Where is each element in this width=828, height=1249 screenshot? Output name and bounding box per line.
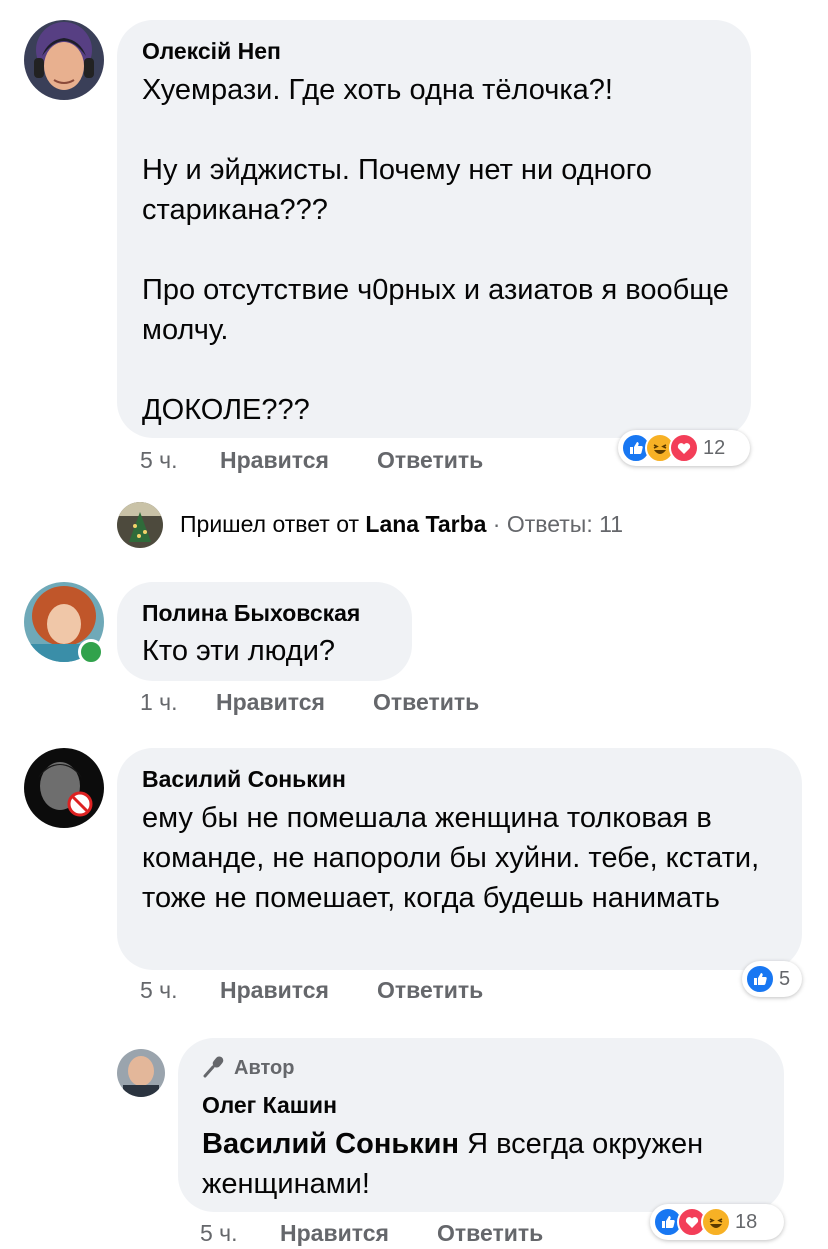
love-icon <box>669 433 699 463</box>
comment-author[interactable]: Василий Сонькин <box>142 766 346 793</box>
comment-text: Кто эти люди? <box>142 635 336 667</box>
comment-time[interactable]: 5 ч. <box>200 1220 238 1247</box>
comment-time[interactable]: 5 ч. <box>140 977 178 1004</box>
reply-author-name[interactable]: Lana Tarba <box>365 511 486 537</box>
like-button[interactable]: Нравится <box>220 447 329 474</box>
replies-count[interactable]: Ответы: 11 <box>507 511 623 537</box>
haha-icon <box>701 1207 731 1237</box>
comment-text: Хуемрази. Где хоть одна тёлочка?! Ну и э… <box>142 74 729 426</box>
comment-time[interactable]: 5 ч. <box>140 447 178 474</box>
author-badge-label: Автор <box>234 1057 295 1079</box>
reactions-summary[interactable]: 5 <box>742 961 802 997</box>
like-button[interactable]: Нравится <box>216 689 325 716</box>
reply-button[interactable]: Ответить <box>377 447 483 474</box>
like-icon <box>745 964 775 994</box>
avatar-oleksii[interactable] <box>24 20 104 100</box>
mention-link[interactable]: Василий Сонькин <box>202 1128 459 1160</box>
reactions-summary[interactable]: 12 <box>618 430 750 466</box>
comment-text: Василий Сонькин Я всегда окружен женщина… <box>202 1128 704 1200</box>
reactions-summary[interactable]: 18 <box>650 1204 784 1240</box>
reaction-count: 12 <box>703 436 726 459</box>
comment-time[interactable]: 1 ч. <box>140 689 178 716</box>
like-button[interactable]: Нравится <box>220 977 329 1004</box>
microphone-icon <box>202 1054 226 1083</box>
online-status-indicator <box>78 639 104 665</box>
reaction-count: 18 <box>735 1210 758 1233</box>
replies-summary-link[interactable]: Пришел ответ от Lana Tarba · Ответы: 11 <box>180 511 623 538</box>
comment-author[interactable]: Олег Кашин <box>202 1092 337 1119</box>
reply-button[interactable]: Ответить <box>377 977 483 1004</box>
avatar-oleg[interactable] <box>117 1049 165 1097</box>
reply-button[interactable]: Ответить <box>373 689 479 716</box>
comment-author[interactable]: Полина Быховская <box>142 600 360 627</box>
reaction-count: 5 <box>779 967 791 990</box>
like-button[interactable]: Нравится <box>280 1220 389 1247</box>
author-badge: Автор <box>202 1054 294 1083</box>
comment-text: ему бы не помешала женщина толковая в ко… <box>142 802 760 914</box>
avatar-vasily[interactable] <box>24 748 104 828</box>
avatar-lana-tarba[interactable] <box>117 502 163 548</box>
comment-author[interactable]: Олексій Неп <box>142 38 281 65</box>
reply-button[interactable]: Ответить <box>437 1220 543 1247</box>
